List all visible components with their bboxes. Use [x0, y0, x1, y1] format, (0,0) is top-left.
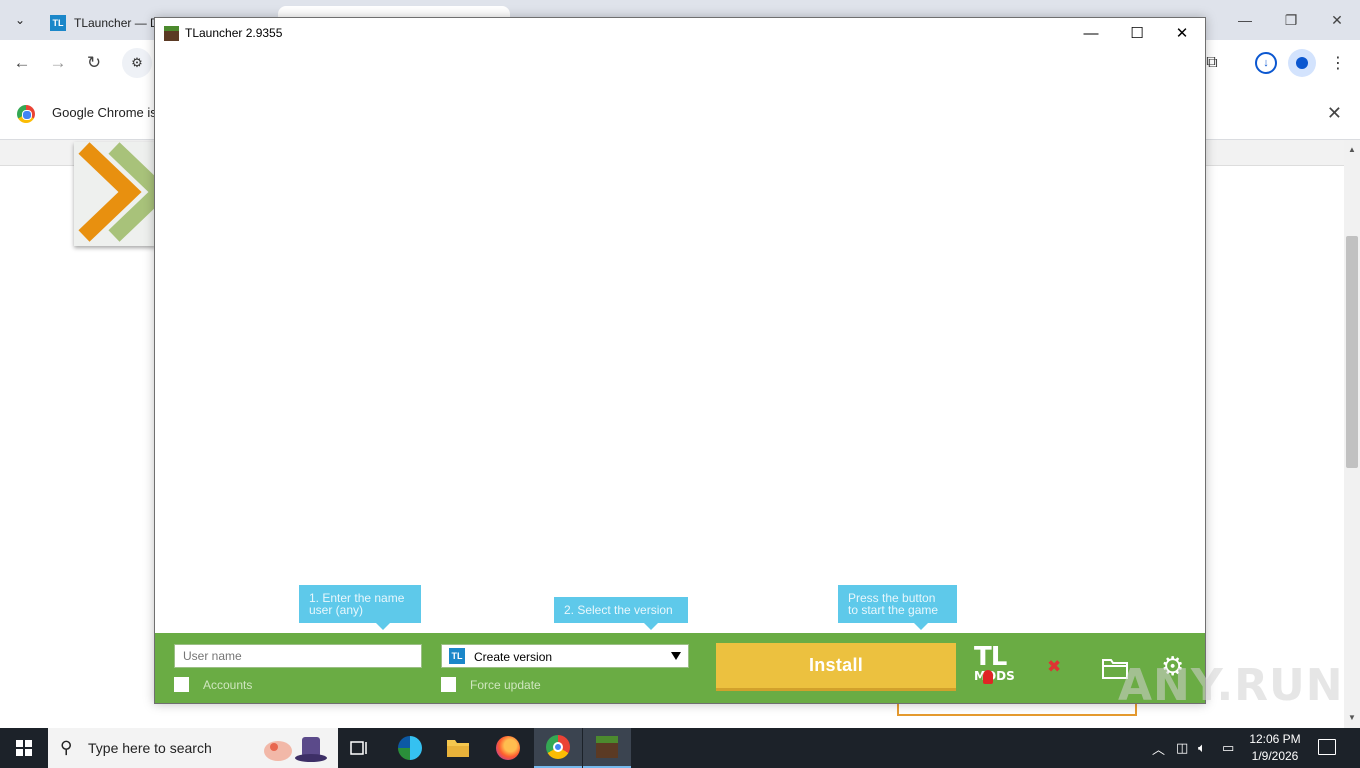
network-icon: ▭ [1222, 740, 1235, 755]
launcher-bottom-bar: Accounts TL Create version Force update … [155, 633, 1205, 703]
infobar-message: Google Chrome is [52, 105, 157, 120]
dropdown-arrow-icon [671, 652, 681, 660]
windows-logo-icon [16, 740, 32, 756]
reload-button[interactable]: ↻ [82, 51, 106, 75]
chrome-logo-icon [17, 105, 35, 123]
username-input[interactable] [174, 644, 422, 668]
scroll-up-arrow-icon[interactable]: ▲ [1347, 145, 1357, 155]
file-explorer-taskbar-button[interactable] [434, 728, 482, 768]
accounts-label: Accounts [203, 678, 253, 692]
notification-center-icon[interactable] [1318, 739, 1336, 755]
taskbar-search-box[interactable]: ⚲ Type here to search [48, 728, 338, 768]
close-button[interactable]: ✕ [1159, 18, 1205, 48]
scrollbar-thumb[interactable] [1346, 236, 1358, 468]
kebab-menu-icon: ⋮ [1330, 55, 1346, 72]
red-cross-icon[interactable]: ✖ [1047, 657, 1061, 677]
puzzle-icon: ⧉ [1206, 54, 1218, 71]
arrow-right-icon: → [49, 53, 67, 72]
launcher-content-area [155, 48, 1205, 633]
network-button[interactable]: ▭ [1222, 728, 1234, 768]
tray-overflow-button[interactable]: ︿ [1152, 728, 1165, 768]
profile-button[interactable] [1286, 49, 1318, 77]
hint-enter-name: 1. Enter the name user (any) [299, 585, 421, 630]
browser-window-controls: — ❐ ✕ [1222, 0, 1360, 40]
tab-search-button[interactable]: ⌄ [8, 8, 32, 32]
clock-time: 12:06 PM [1249, 732, 1301, 746]
site-logo[interactable] [74, 142, 156, 246]
accounts-checkbox[interactable] [174, 677, 189, 692]
browser-tab-label: TLauncher — D [74, 16, 159, 30]
hint-line: 2. Select the version [564, 603, 673, 617]
close-icon: ✕ [1326, 103, 1342, 123]
minecraft-block-icon [164, 26, 179, 41]
chevron-up-icon: ︿ [1152, 741, 1166, 757]
tlauncher-taskbar-button[interactable] [583, 728, 631, 768]
hint-line: to start the game [848, 603, 939, 617]
anyrun-watermark: ANY.RUN [1118, 660, 1344, 711]
tray-meet-button[interactable]: ◫ [1176, 728, 1188, 768]
chevron-down-icon: ⌄ [14, 13, 26, 27]
infobar-close-button[interactable]: ✕ [1327, 103, 1342, 124]
hint-select-version: 2. Select the version [554, 597, 688, 630]
back-button[interactable]: ← [10, 51, 34, 75]
hint-line: user (any) [309, 603, 364, 617]
tlmods-person-icon [983, 670, 993, 684]
speaker-icon: 🔈︎ [1198, 740, 1206, 755]
maximize-icon: ☐ [1130, 25, 1144, 42]
forward-button[interactable]: → [46, 51, 70, 75]
menu-button[interactable]: ⋮ [1326, 51, 1350, 75]
tlmods-logo-text: MODS [974, 669, 1015, 683]
task-view-button[interactable] [336, 728, 384, 768]
clock-date: 1/9/2026 [1251, 749, 1299, 763]
camera-icon: ◫ [1176, 740, 1189, 755]
minimize-button[interactable]: — [1222, 0, 1268, 40]
download-icon: ↓ [1255, 52, 1277, 74]
avatar [1288, 49, 1316, 77]
close-button[interactable]: ✕ [1314, 0, 1360, 40]
site-info-button[interactable]: ⚙ [122, 48, 152, 78]
taskbar-clock[interactable]: 12:06 PM 1/9/2026 [1240, 731, 1310, 765]
close-icon: ✕ [1175, 25, 1189, 42]
scroll-down-arrow-icon[interactable]: ▼ [1347, 713, 1357, 723]
tlauncher-favicon-icon: TL [50, 15, 66, 31]
downloads-button[interactable]: ↓ [1254, 51, 1278, 75]
volume-button[interactable]: 🔈︎ [1198, 728, 1206, 768]
edge-icon [398, 736, 422, 760]
firefox-icon [496, 736, 520, 760]
minimize-icon: — [1083, 24, 1099, 42]
hint-press-button: Press the button to start the game [838, 585, 957, 630]
tlmods-button[interactable]: TL MODS [974, 642, 1018, 691]
tune-icon: ⚙ [131, 55, 143, 70]
tlmods-logo-bottom: MODS [974, 669, 1018, 684]
tlmods-logo-top: TL [974, 642, 1007, 672]
tlauncher-logo-icon: TL [449, 648, 465, 664]
tlauncher-titlebar: TLauncher 2.9355 — ☐ ✕ [155, 18, 1205, 48]
install-button[interactable]: Install [716, 643, 956, 691]
restore-button[interactable]: ❐ [1268, 0, 1314, 40]
tlauncher-window: TLauncher 2.9355 — ☐ ✕ 1. Enter the name… [154, 17, 1206, 704]
window-title: TLauncher 2.9355 [185, 26, 283, 40]
force-update-checkbox[interactable] [441, 677, 456, 692]
search-icon: ⚲ [60, 738, 73, 757]
folder-icon [447, 740, 469, 757]
search-highlight-illustration-icon [264, 737, 327, 762]
start-button[interactable] [0, 728, 48, 768]
chrome-icon [546, 735, 570, 759]
minimize-button[interactable]: — [1068, 18, 1114, 48]
firefox-taskbar-button[interactable] [484, 728, 532, 768]
reload-icon: ↻ [86, 53, 102, 72]
task-view-icon [350, 741, 367, 755]
edge-taskbar-button[interactable] [386, 728, 434, 768]
chevron-logo-icon [78, 142, 156, 242]
chrome-taskbar-button[interactable] [534, 728, 582, 768]
arrow-left-icon: ← [13, 53, 31, 72]
search-placeholder: Type here to search [88, 740, 212, 756]
force-update-label: Force update [470, 678, 541, 692]
version-select-value: Create version [474, 650, 553, 664]
windows-taskbar: ⚲ Type here to search ︿ ◫ 🔈︎ ▭ 12:06 PM … [0, 728, 1360, 768]
maximize-button[interactable]: ☐ [1114, 18, 1160, 48]
minecraft-block-icon [596, 736, 618, 758]
version-select[interactable]: TL Create version [441, 644, 689, 668]
